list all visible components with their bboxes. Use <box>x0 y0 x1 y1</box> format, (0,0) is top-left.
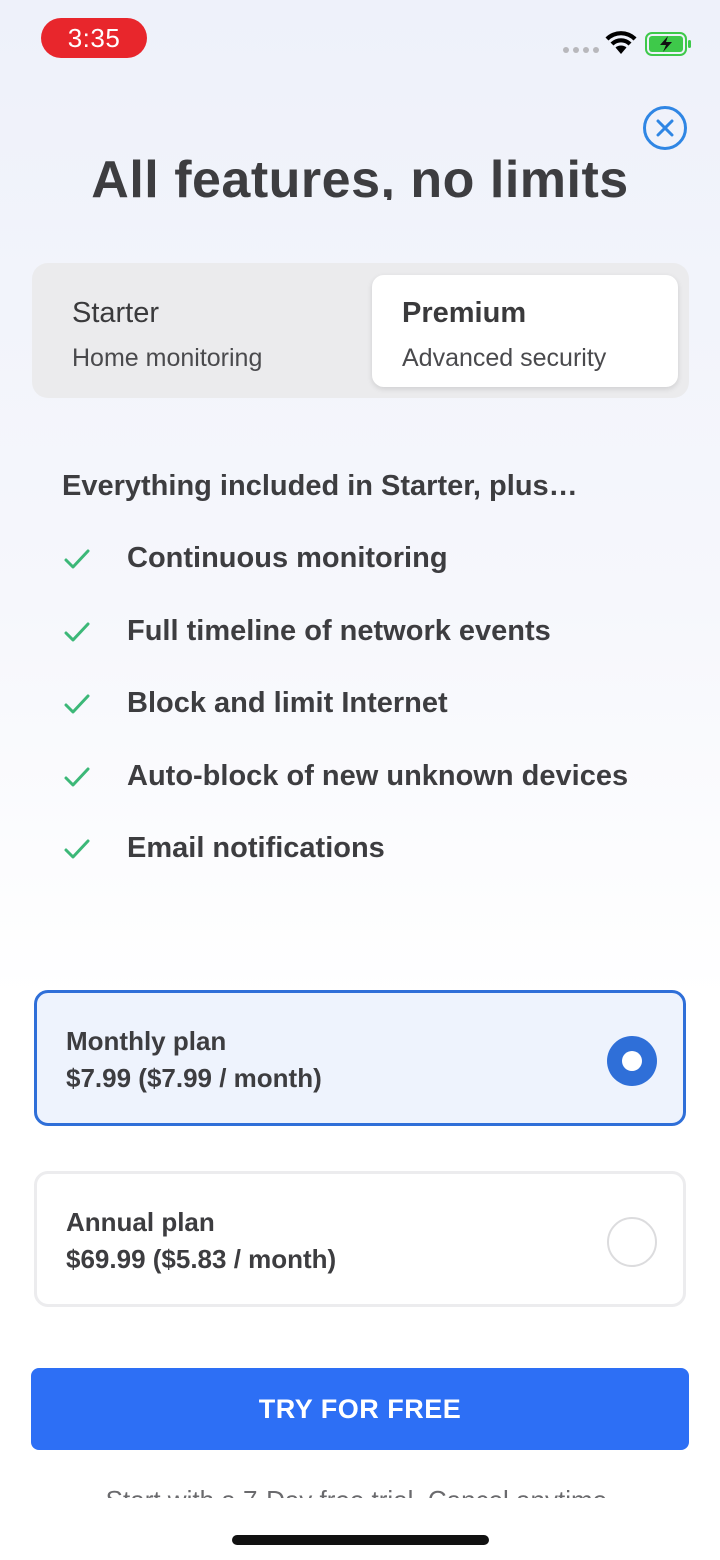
try-for-free-button[interactable]: TRY FOR FREE <box>31 1368 689 1450</box>
page-title: All features, no limits <box>91 151 629 200</box>
checkmark-icon <box>64 767 90 786</box>
feature-label: Auto-block of new unknown devices <box>127 759 629 792</box>
tab-starter[interactable]: Starter Home monitoring <box>42 275 362 387</box>
tab-premium-name: Premium <box>402 297 527 329</box>
tab-starter-description: Home monitoring <box>72 344 263 372</box>
plan-price: $69.99 ($5.83 / month) <box>66 1244 337 1274</box>
tab-premium-description: Advanced security <box>402 344 607 372</box>
plan-title: Annual plan <box>66 1207 215 1237</box>
battery-charging-icon <box>645 32 691 56</box>
wifi-icon <box>605 31 637 54</box>
plan-radio-selected[interactable] <box>607 1036 657 1086</box>
feature-label: Full timeline of network events <box>127 614 551 647</box>
status-time[interactable]: 3:35 <box>41 18 147 58</box>
plan-option-annual[interactable]: Annual plan $69.99 ($5.83 / month) <box>34 1171 686 1307</box>
cellular-signal-icon <box>563 47 599 53</box>
checkmark-icon <box>64 694 90 714</box>
tab-starter-name: Starter <box>72 297 160 329</box>
feature-label: Email notifications <box>127 832 385 864</box>
tab-premium[interactable]: Premium Advanced security <box>372 275 678 387</box>
plan-title: Monthly plan <box>66 1026 227 1056</box>
feature-list: Continuous monitoring Full timeline of n… <box>62 530 682 893</box>
plan-price: $7.99 ($7.99 / month) <box>66 1063 322 1093</box>
checkmark-icon <box>64 622 90 641</box>
checkmark-icon <box>64 549 90 569</box>
feature-item: Block and limit Internet <box>62 675 682 748</box>
trial-note: Start with a 7-Day free trial. Cancel an… <box>0 1478 720 1498</box>
plan-radio[interactable] <box>607 1217 657 1267</box>
plan-option-monthly[interactable]: Monthly plan $7.99 ($7.99 / month) <box>34 990 686 1126</box>
feature-item: Continuous monitoring <box>62 530 682 603</box>
plan-tier-selector: Starter Home monitoring Premium Advanced… <box>32 263 689 398</box>
home-indicator[interactable] <box>232 1535 489 1545</box>
feature-label: Continuous monitoring <box>127 542 448 574</box>
checkmark-icon <box>64 839 90 859</box>
feature-item: Full timeline of network events <box>62 603 682 676</box>
features-heading: Everything included in Starter, plus… <box>62 470 578 502</box>
feature-item: Email notifications <box>62 820 682 893</box>
feature-label: Block and limit Internet <box>127 687 448 719</box>
status-bar: 3:35 <box>0 0 720 80</box>
feature-item: Auto-block of new unknown devices <box>62 748 682 821</box>
